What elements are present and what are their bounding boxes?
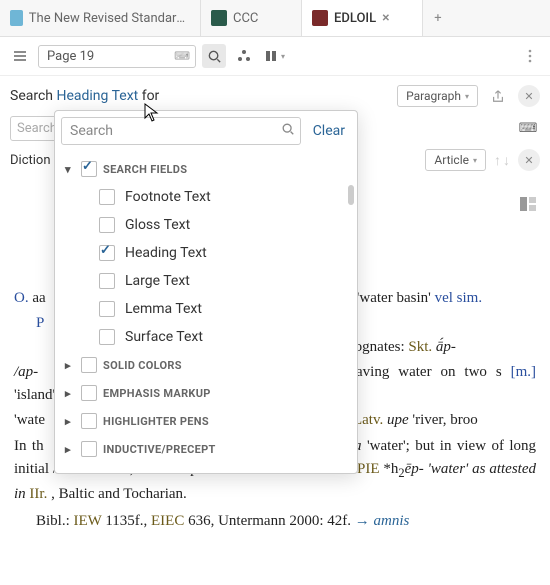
book-icon <box>312 10 328 26</box>
toolbar: Page 19 ⌨ ▾ <box>0 37 550 76</box>
dropdown-search-input[interactable]: Search <box>61 117 301 145</box>
nav-arrows: ↑ ↓ <box>494 152 510 169</box>
new-tab-button[interactable]: + <box>423 0 453 36</box>
arrow-down-icon[interactable]: ↓ <box>503 152 510 169</box>
option-0-4[interactable]: Lemma Text <box>55 295 357 323</box>
tab-2[interactable]: EDLOIL × <box>302 0 423 36</box>
chevron-down-icon: ▾ <box>465 92 469 101</box>
section-checkbox[interactable] <box>81 161 97 177</box>
section-title: INDUCTIVE/PRECEPT <box>103 443 216 456</box>
section-title: SEARCH FIELDS <box>103 163 187 176</box>
parallel-button[interactable] <box>232 44 256 68</box>
paragraph-dropdown[interactable]: Paragraph ▾ <box>397 85 478 107</box>
close-dict-button[interactable]: ✕ <box>518 149 540 171</box>
search-icon[interactable] <box>281 122 295 140</box>
option-checkbox[interactable] <box>99 273 115 289</box>
section-header-1[interactable]: ▸ SOLID COLORS <box>55 351 357 379</box>
section-checkbox[interactable] <box>81 441 97 457</box>
page-input[interactable]: Page 19 <box>38 45 196 68</box>
option-0-3[interactable]: Large Text <box>55 267 357 295</box>
option-0-5[interactable]: Surface Text <box>55 323 357 351</box>
option-checkbox[interactable] <box>99 245 115 261</box>
dropdown-search-row: Search Clear <box>55 111 357 151</box>
book-icon <box>10 10 23 26</box>
section-header-3[interactable]: ▸ HIGHLIGHTER PENS <box>55 407 357 435</box>
caret-right-icon: ▸ <box>65 387 75 400</box>
share-icon[interactable] <box>486 84 510 108</box>
option-label: Footnote Text <box>125 189 211 205</box>
link-amnis[interactable]: → amnis <box>355 513 410 529</box>
option-checkbox[interactable] <box>99 301 115 317</box>
close-icon[interactable]: × <box>382 10 389 26</box>
scrollbar-thumb[interactable] <box>348 185 354 205</box>
keyboard-icon[interactable]: ⌨ <box>516 117 540 141</box>
caret-right-icon: ▸ <box>65 359 75 372</box>
column-indicator-icon[interactable] <box>520 196 536 219</box>
option-checkbox[interactable] <box>99 189 115 205</box>
section-header-0[interactable]: ▾ SEARCH FIELDS <box>55 155 357 183</box>
search-button[interactable] <box>202 44 226 68</box>
option-label: Heading Text <box>125 245 207 261</box>
book-icon <box>211 10 227 26</box>
chevron-down-icon: ▾ <box>473 156 477 165</box>
tab-2-title: EDLOIL <box>334 11 376 26</box>
option-label: Surface Text <box>125 329 203 345</box>
section-title: SOLID COLORS <box>103 359 182 372</box>
columns-button[interactable]: ▾ <box>262 44 286 68</box>
option-0-1[interactable]: Gloss Text <box>55 211 357 239</box>
chevron-down-icon: ▾ <box>281 52 285 61</box>
option-0-0[interactable]: Footnote Text <box>55 183 357 211</box>
tab-0[interactable]: The New Revised Standard Version <box>0 0 201 36</box>
keyboard-icon[interactable]: ⌨ <box>174 50 190 63</box>
section-title: HIGHLIGHTER PENS <box>103 415 209 428</box>
option-label: Gloss Text <box>125 217 190 233</box>
option-label: Large Text <box>125 273 190 289</box>
toc-button[interactable] <box>8 44 32 68</box>
tab-0-title: The New Revised Standard Version <box>29 11 190 26</box>
caret-down-icon: ▾ <box>65 163 75 176</box>
page-input-wrap: Page 19 ⌨ <box>38 45 196 68</box>
tab-bar: The New Revised Standard Version CCC EDL… <box>0 0 550 37</box>
clear-button[interactable]: Clear <box>307 123 351 139</box>
tab-1-title: CCC <box>233 11 258 26</box>
option-label: Lemma Text <box>125 301 202 317</box>
option-checkbox[interactable] <box>99 329 115 345</box>
caret-right-icon: ▸ <box>65 415 75 428</box>
article-dropdown[interactable]: Article ▾ <box>425 149 486 171</box>
section-checkbox[interactable] <box>81 357 97 373</box>
arrow-up-icon[interactable]: ↑ <box>494 152 501 169</box>
kebab-menu-button[interactable] <box>518 44 542 68</box>
close-search-button[interactable]: ✕ <box>518 85 540 107</box>
search-field-link[interactable]: Heading Text <box>56 88 138 104</box>
dictionaries-label: Diction <box>10 153 51 168</box>
caret-right-icon: ▸ <box>65 443 75 456</box>
section-checkbox[interactable] <box>81 413 97 429</box>
tab-1[interactable]: CCC <box>201 0 302 36</box>
section-title: EMPHASIS MARKUP <box>103 387 211 400</box>
section-header-4[interactable]: ▸ INDUCTIVE/PRECEPT <box>55 435 357 463</box>
section-checkbox[interactable] <box>81 385 97 401</box>
mouse-cursor-icon <box>144 103 160 127</box>
dropdown-body: ▾ SEARCH FIELDS Footnote Text Gloss Text Hea… <box>55 151 357 473</box>
search-fields-dropdown: Search Clear ▾ SEARCH FIELDS Footnote Text… <box>54 110 358 474</box>
section-header-2[interactable]: ▸ EMPHASIS MARKUP <box>55 379 357 407</box>
option-checkbox[interactable] <box>99 217 115 233</box>
option-0-2[interactable]: Heading Text <box>55 239 357 267</box>
search-label: Search Heading Text for <box>10 88 159 104</box>
